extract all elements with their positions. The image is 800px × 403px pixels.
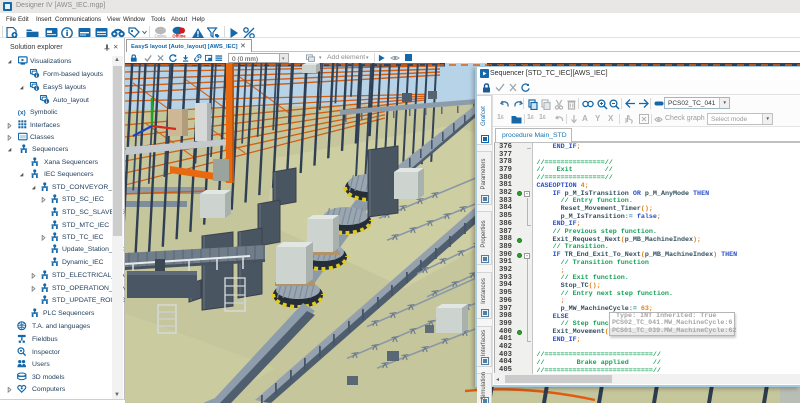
- svg-text:(x): (x): [18, 109, 26, 116]
- svg-text:i: i: [36, 73, 37, 79]
- svg-text:i: i: [36, 86, 37, 92]
- svg-text:i: i: [46, 99, 47, 105]
